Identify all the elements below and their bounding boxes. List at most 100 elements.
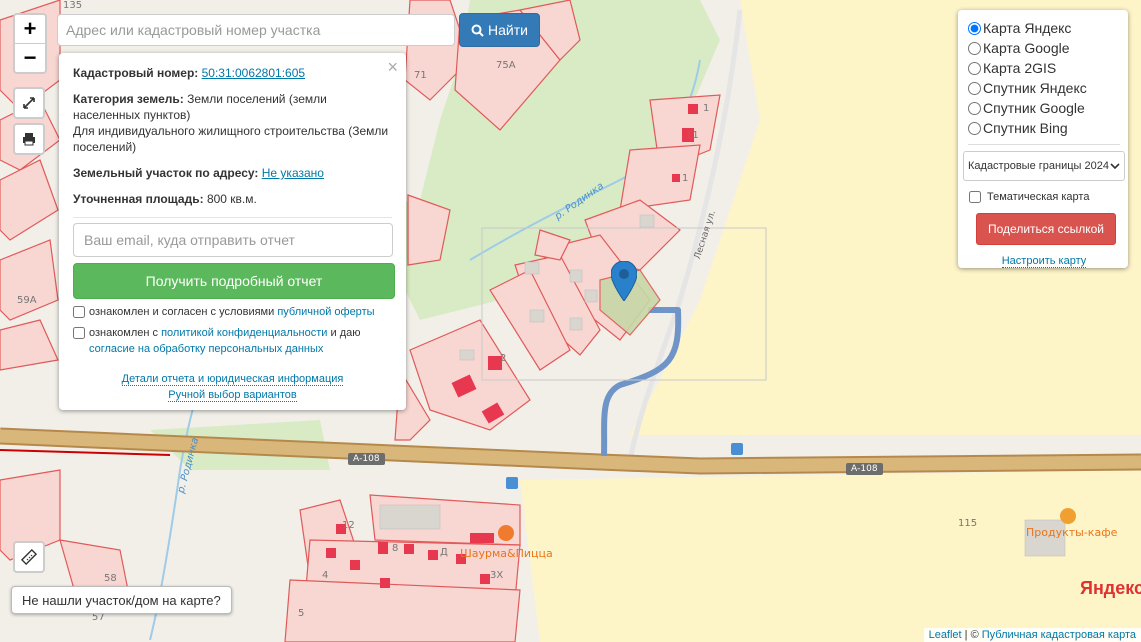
house-number: 8 <box>392 543 399 554</box>
layer-options: Карта Яндекс Карта Google Карта 2GIS Спутни… <box>968 18 1120 138</box>
house-number: 135 <box>63 0 83 11</box>
not-found-button[interactable]: Не нашли участок/дом на карте? <box>11 586 232 614</box>
privacy-agreement-text: ознакомлен с политикой конфиденциальност… <box>89 325 361 357</box>
pkk-link[interactable]: Публичная кадастровая карта <box>982 629 1136 641</box>
map-attribution: Leaflet | © Публичная кадастровая карта <box>923 628 1141 642</box>
house-number: 75А <box>496 60 516 71</box>
fullscreen-button[interactable] <box>13 87 45 119</box>
get-report-button[interactable]: Получить подробный отчет <box>73 263 395 299</box>
share-link-button[interactable]: Поделиться ссылкой <box>976 213 1116 245</box>
offer-agreement-checkbox[interactable] <box>73 306 85 318</box>
bus-stop-icon[interactable] <box>731 443 743 455</box>
offer-agreement-prefix: ознакомлен и согласен с условиями <box>89 306 275 318</box>
zoom-control: + − <box>13 13 47 74</box>
personal-data-consent-link[interactable]: согласие на обработку персональных данны… <box>89 343 323 355</box>
layer-radio[interactable] <box>968 101 981 115</box>
bus-stop-icon[interactable] <box>506 477 518 489</box>
measure-button[interactable] <box>13 541 45 573</box>
zoom-out-button[interactable]: − <box>15 43 45 72</box>
address-link[interactable]: Не указано <box>262 166 324 180</box>
report-details-link[interactable]: Детали отчета и юридическая информация <box>121 373 344 386</box>
layer-option-label: Спутник Яндекс <box>983 80 1087 96</box>
parcel-info-popup: × Кадастровый номер: 50:31:0062801:605 К… <box>59 53 406 410</box>
public-offer-link[interactable]: публичной оферты <box>277 306 374 318</box>
search-icon <box>471 24 484 37</box>
layer-option[interactable]: Карта 2GIS <box>968 58 1120 78</box>
attribution-separator: | © <box>961 629 982 641</box>
divider <box>73 217 392 218</box>
yandex-logo: Яндекс <box>1080 578 1141 598</box>
search-button[interactable]: Найти <box>459 13 540 47</box>
area-label: Уточненная площадь: <box>73 192 204 206</box>
layer-option[interactable]: Спутник Яндекс <box>968 78 1120 98</box>
offer-agreement-row: ознакомлен и согласен с условиями публич… <box>73 304 392 320</box>
poi-label[interactable]: Шаурма&Пицца <box>460 547 553 560</box>
divider <box>968 144 1120 145</box>
layer-radio[interactable] <box>968 41 981 55</box>
offer-agreement-text: ознакомлен и согласен с условиями публич… <box>89 304 375 320</box>
layer-radio[interactable] <box>968 21 981 35</box>
layer-option-label: Спутник Google <box>983 100 1085 116</box>
land-category-row: Категория земель: Земли поселений (земли… <box>73 91 392 155</box>
chevron-down-icon <box>1110 163 1120 169</box>
house-number: 59А <box>17 295 37 306</box>
fullscreen-icon <box>23 97 35 109</box>
thematic-map-checkbox[interactable] <box>969 191 981 203</box>
privacy-agreement-prefix: ознакомлен с <box>89 327 159 339</box>
house-number: 1 <box>703 103 710 114</box>
privacy-agreement-row: ознакомлен с политикой конфиденциальност… <box>73 325 392 357</box>
search-button-label: Найти <box>488 22 528 38</box>
house-number: 5 <box>298 608 305 619</box>
house-number: 12 <box>342 520 355 531</box>
layer-option-label: Карта Google <box>983 40 1070 56</box>
layer-option[interactable]: Спутник Google <box>968 98 1120 118</box>
poi-label[interactable]: Продукты-кафе <box>1026 526 1117 539</box>
search-input[interactable] <box>57 14 455 46</box>
zoom-in-button[interactable]: + <box>15 15 45 43</box>
print-button[interactable] <box>13 123 45 155</box>
area-value: 800 кв.м. <box>206 192 257 206</box>
house-number: 2 <box>500 353 507 364</box>
layer-option[interactable]: Карта Яндекс <box>968 18 1120 38</box>
configure-map-link[interactable]: Настроить карту <box>968 255 1120 268</box>
location-marker-icon[interactable] <box>611 261 637 301</box>
house-number: 4 <box>322 570 329 581</box>
privacy-agreement-mid: и даю <box>330 327 361 339</box>
layer-radio[interactable] <box>968 121 981 135</box>
house-number: 3Х <box>490 570 504 581</box>
ruler-icon <box>21 549 37 565</box>
close-icon[interactable]: × <box>387 57 398 78</box>
layer-radio[interactable] <box>968 61 981 75</box>
cadastral-borders-select[interactable]: Кадастровые границы 2024 <box>963 151 1125 181</box>
area-row: Уточненная площадь: 800 кв.м. <box>73 191 392 207</box>
manual-selection-link[interactable]: Ручной выбор вариантов <box>168 389 297 402</box>
layer-option-label: Карта Яндекс <box>983 20 1072 36</box>
house-number: 58 <box>104 573 117 584</box>
privacy-policy-link[interactable]: политикой конфиденциальности <box>161 327 327 339</box>
road-label: А-108 <box>348 453 385 465</box>
road-label: А-108 <box>846 463 883 475</box>
layer-option[interactable]: Карта Google <box>968 38 1120 58</box>
thematic-map-row: Тематическая карта <box>968 191 1120 203</box>
leaflet-link[interactable]: Leaflet <box>929 629 962 641</box>
land-category-label: Категория земель: <box>73 92 184 106</box>
house-number: 71 <box>414 70 427 81</box>
house-number: Д <box>440 547 448 558</box>
map-layers-panel: Карта Яндекс Карта Google Карта 2GIS Спутни… <box>958 10 1128 268</box>
configure-map-label: Настроить карту <box>1001 255 1087 268</box>
land-usage-value: Для индивидуального жилищного строительс… <box>73 124 389 154</box>
cadastral-borders-value: Кадастровые границы 2024 <box>968 160 1109 172</box>
layer-option-label: Карта 2GIS <box>983 60 1057 76</box>
house-number: 1 <box>682 173 689 184</box>
layer-radio[interactable] <box>968 81 981 95</box>
house-number: 11 <box>686 130 699 141</box>
printer-icon <box>23 133 35 146</box>
layer-option[interactable]: Спутник Bing <box>968 118 1120 138</box>
report-links: Детали отчета и юридическая информация Р… <box>59 371 406 403</box>
cadastral-number-label: Кадастровый номер: <box>73 66 199 80</box>
email-field[interactable] <box>73 223 393 257</box>
cadastral-number-link[interactable]: 50:31:0062801:605 <box>202 66 305 80</box>
layer-option-label: Спутник Bing <box>983 120 1068 136</box>
cadastral-number-row: Кадастровый номер: 50:31:0062801:605 <box>73 65 392 81</box>
privacy-agreement-checkbox[interactable] <box>73 327 85 339</box>
